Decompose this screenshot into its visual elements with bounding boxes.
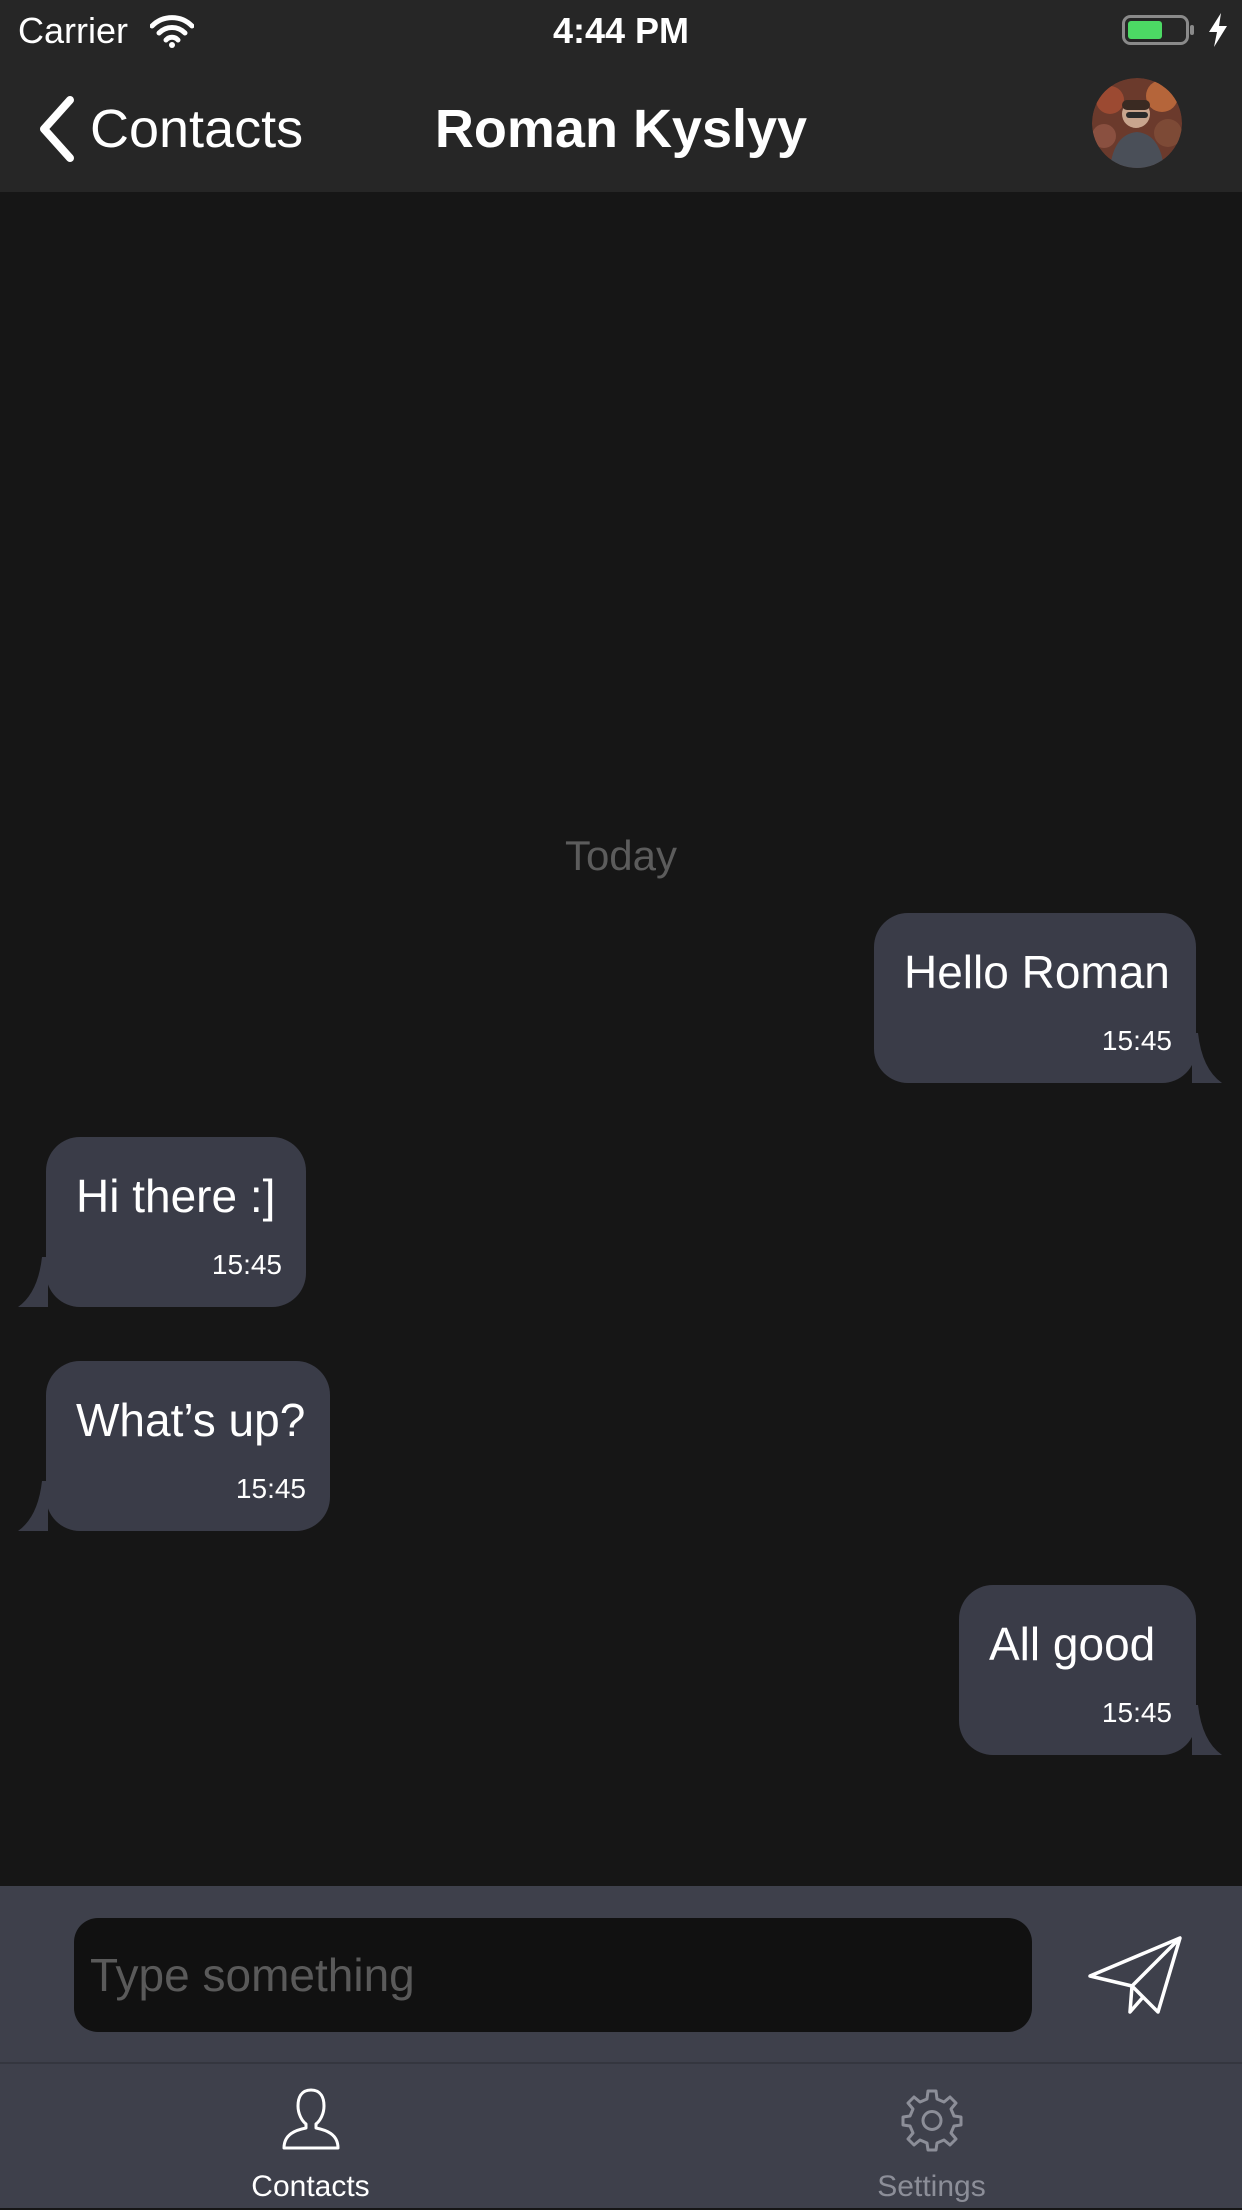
incoming-message[interactable]: What’s up? 15:45 [46, 1361, 330, 1531]
battery-icon [1122, 15, 1194, 45]
person-icon [282, 2088, 340, 2150]
tab-settings[interactable]: Settings [621, 2064, 1242, 2210]
gear-icon [901, 2089, 963, 2152]
page-title: Roman Kyslyy [434, 99, 808, 159]
outgoing-message[interactable]: All good 15:45 [959, 1585, 1196, 1755]
status-bar: Carrier 4:44 PM [0, 0, 1242, 62]
bubble-tail [1192, 1033, 1222, 1083]
message-composer [0, 1886, 1242, 2062]
avatar-photo [1092, 78, 1182, 168]
outgoing-message[interactable]: Hello Roman 15:45 [874, 913, 1196, 1083]
bubble-tail [18, 1481, 48, 1531]
bubble-tail [1192, 1705, 1222, 1755]
message-text: Hi there :] [76, 1170, 276, 1222]
tab-label: Contacts [251, 2170, 370, 2203]
message-list[interactable]: Today Hello Roman 15:45 Hi there :] 15:4… [0, 192, 1242, 1886]
incoming-message[interactable]: Hi there :] 15:45 [46, 1137, 306, 1307]
send-button[interactable] [1086, 1934, 1186, 2018]
message-time: 15:45 [1101, 1025, 1172, 1056]
status-time: 4:44 PM [552, 10, 690, 51]
message-text: All good [989, 1618, 1156, 1670]
message-time: 15:45 [211, 1249, 282, 1280]
message-time: 15:45 [235, 1473, 306, 1504]
message-time: 15:45 [1101, 1697, 1172, 1728]
charging-icon [1209, 13, 1227, 47]
avatar[interactable] [1092, 78, 1182, 168]
tab-label: Settings [877, 2170, 986, 2203]
tab-bar: Contacts Settings [0, 2062, 1242, 2208]
message-input[interactable] [74, 1918, 1032, 2032]
message-text: Hello Roman [904, 946, 1170, 998]
date-separator: Today [564, 832, 678, 879]
paper-plane-icon [1088, 1936, 1182, 2014]
tab-contacts[interactable]: Contacts [0, 2064, 621, 2210]
message-text: What’s up? [76, 1394, 306, 1446]
bubble-tail [18, 1257, 48, 1307]
navigation-bar: Contacts Roman Kyslyy [0, 62, 1242, 192]
